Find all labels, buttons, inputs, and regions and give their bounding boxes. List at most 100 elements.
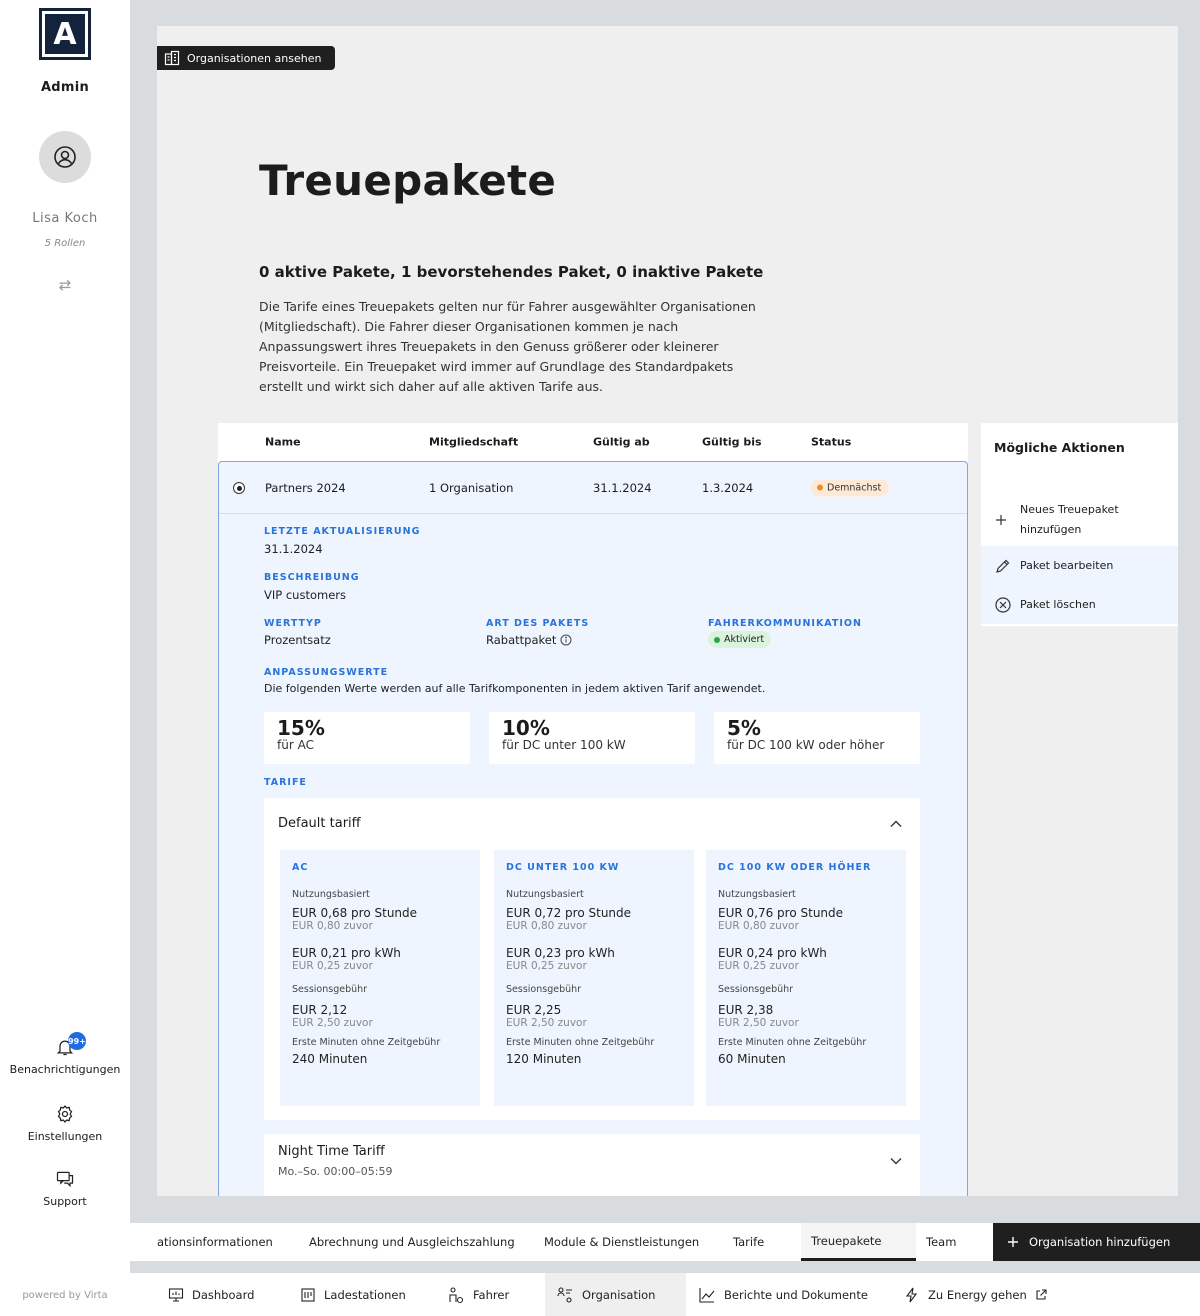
session-label: Sessionsgebühr [506,984,582,995]
tariff-card-dc-low: DC UNTER 100 KW Nutzungsbasiert EUR 0,72… [494,850,694,1106]
user-roles: 5 Rollen [44,238,86,249]
notifications-button[interactable]: Benachrichtigungen [0,1037,130,1076]
nav-label: Zu Energy gehen [928,1287,1027,1302]
col-valid-from[interactable]: Gültig ab [593,436,650,449]
adjustment-for: für DC 100 kW oder höher [727,738,885,752]
col-membership[interactable]: Mitgliedschaft [429,436,518,449]
hour-prev: EUR 0,80 zuvor [506,920,587,932]
organisation-icon [557,1286,572,1303]
status-dot [817,484,823,491]
nav-charging-stations[interactable]: Ladestationen [300,1273,406,1316]
tariffs-label: TARIFE [264,777,307,788]
building-icon [164,50,180,66]
usage-label: Nutzungsbasiert [718,889,796,900]
add-organisation-label: Organisation hinzufügen [1029,1235,1171,1249]
hour-price: EUR 0,68 pro Stunde [292,906,418,920]
charging-station-icon [301,1287,315,1302]
status-badge: Demnächst [811,479,890,496]
pencil-icon [996,559,1010,573]
delete-package-button[interactable]: Paket löschen [981,585,1178,624]
free-minutes-value: 60 Minuten [718,1052,786,1066]
card-heading: DC UNTER 100 KW [506,862,620,873]
support-label: Support [43,1195,87,1208]
actions-panel: Mögliche Aktionen Neues Treuepaket hinzuf… [981,423,1178,626]
delete-package-label: Paket löschen [1020,597,1096,611]
settings-button[interactable]: Einstellungen [0,1104,130,1143]
tab-loyalty-packages[interactable]: Treuepakete [801,1223,916,1261]
nav-drivers[interactable]: Fahrer [447,1273,509,1316]
adjustment-dc-low: 10% für DC unter 100 kW [489,712,695,764]
default-tariff-title[interactable]: Default tariff [278,816,361,831]
hour-price: EUR 0,72 pro Stunde [506,906,632,920]
free-minutes-label: Erste Minuten ohne Zeitgebühr [718,1037,867,1048]
value-type-value: Prozentsatz [264,633,331,647]
edit-package-button[interactable]: Paket bearbeiten [981,546,1178,585]
selected-package: Partners 2024 1 Organisation 31.1.2024 1… [218,461,968,1196]
edit-package-label: Paket bearbeiten [1020,558,1114,572]
nav-organisation[interactable]: Organisation [545,1273,686,1316]
chevron-up-icon[interactable] [889,817,903,831]
col-status[interactable]: Status [811,436,851,449]
actions-title: Mögliche Aktionen [994,440,1125,455]
tab-modules[interactable]: Module & Dienstleistungen [544,1223,699,1261]
nav-label: Organisation [582,1287,656,1302]
night-tariff-panel[interactable]: Night Time Tariff Mo.–So. 00:00–05:59 [264,1134,920,1196]
kwh-price: EUR 0,21 pro kWh [292,946,401,960]
external-link-icon [1036,1288,1047,1300]
driver-comm-text: Aktiviert [724,634,765,645]
nav-label: Dashboard [192,1287,255,1302]
nav-dashboard[interactable]: Dashboard [168,1273,254,1316]
drivers-icon [449,1286,464,1303]
free-minutes-label: Erste Minuten ohne Zeitgebühr [292,1037,441,1048]
hour-prev: EUR 0,80 zuvor [718,920,799,932]
avatar[interactable] [39,131,91,183]
tab-billing[interactable]: Abrechnung und Ausgleichszahlung [309,1223,515,1261]
support-button[interactable]: Support [0,1169,130,1208]
gear-icon [57,1105,73,1123]
package-name: Partners 2024 [265,480,346,495]
nav-label: Berichte und Dokumente [724,1287,868,1302]
close-circle-icon [995,596,1011,613]
usage-label: Nutzungsbasiert [292,889,370,900]
value-type-label: WERTTYP [264,618,322,629]
brand-logo[interactable]: A [39,8,91,60]
kwh-prev: EUR 0,25 zuvor [506,960,587,972]
package-summary: 0 aktive Pakete, 1 bevorstehendes Paket,… [259,263,764,281]
col-name[interactable]: Name [265,436,301,449]
tab-organisation-info[interactable]: ationsinformationen [157,1223,273,1261]
nav-label: Ladestationen [324,1287,406,1302]
new-package-button[interactable]: Neues Treuepaket hinzufügen [981,495,1178,545]
adjustment-ac: 15% für AC [264,712,470,764]
night-tariff-title: Night Time Tariff [278,1144,385,1159]
tab-tariffs[interactable]: Tarife [733,1223,764,1261]
nav-energy[interactable]: Zu Energy gehen [904,1273,1047,1316]
adjustment-for: für DC unter 100 kW [502,738,626,752]
info-icon[interactable] [560,634,572,646]
package-membership: 1 Organisation [429,480,514,495]
session-prev: EUR 2,50 zuvor [718,1017,799,1029]
chat-icon [56,1171,74,1188]
nav-reports[interactable]: Berichte und Dokumente [698,1273,868,1316]
adjustment-dc-high: 5% für DC 100 kW oder höher [714,712,920,764]
chevron-down-icon[interactable] [889,1154,903,1168]
adjustment-value: 10% [502,716,550,740]
night-tariff-schedule: Mo.–So. 00:00–05:59 [278,1165,393,1178]
last-update-value: 31.1.2024 [264,542,323,556]
free-minutes-value: 120 Minuten [506,1052,582,1066]
card-heading: AC [292,862,309,873]
switch-account-icon[interactable]: ⇄ [0,276,130,294]
add-organisation-button[interactable]: Organisation hinzufügen [993,1223,1200,1261]
view-organisations-button[interactable]: Organisationen ansehen [157,46,335,70]
page-title: Treuepakete [259,156,557,205]
table-row[interactable]: Partners 2024 1 Organisation 31.1.2024 1… [219,462,967,514]
user-icon [54,146,76,168]
tariff-card-dc-high: DC 100 KW ODER HÖHER Nutzungsbasiert EUR… [706,850,906,1106]
sidebar: A Admin Lisa Koch 5 Rollen ⇄ Benachricht… [0,0,130,1316]
package-type-text: Rabattpaket [486,633,557,647]
row-radio[interactable] [233,482,245,494]
main-panel: Organisationen ansehen Treuepakete 0 akt… [157,26,1178,1196]
tab-team[interactable]: Team [926,1223,956,1261]
kwh-price: EUR 0,24 pro kWh [718,946,827,960]
col-valid-to[interactable]: Gültig bis [702,436,762,449]
tariff-card-ac: AC Nutzungsbasiert EUR 0,68 pro Stunde E… [280,850,480,1106]
